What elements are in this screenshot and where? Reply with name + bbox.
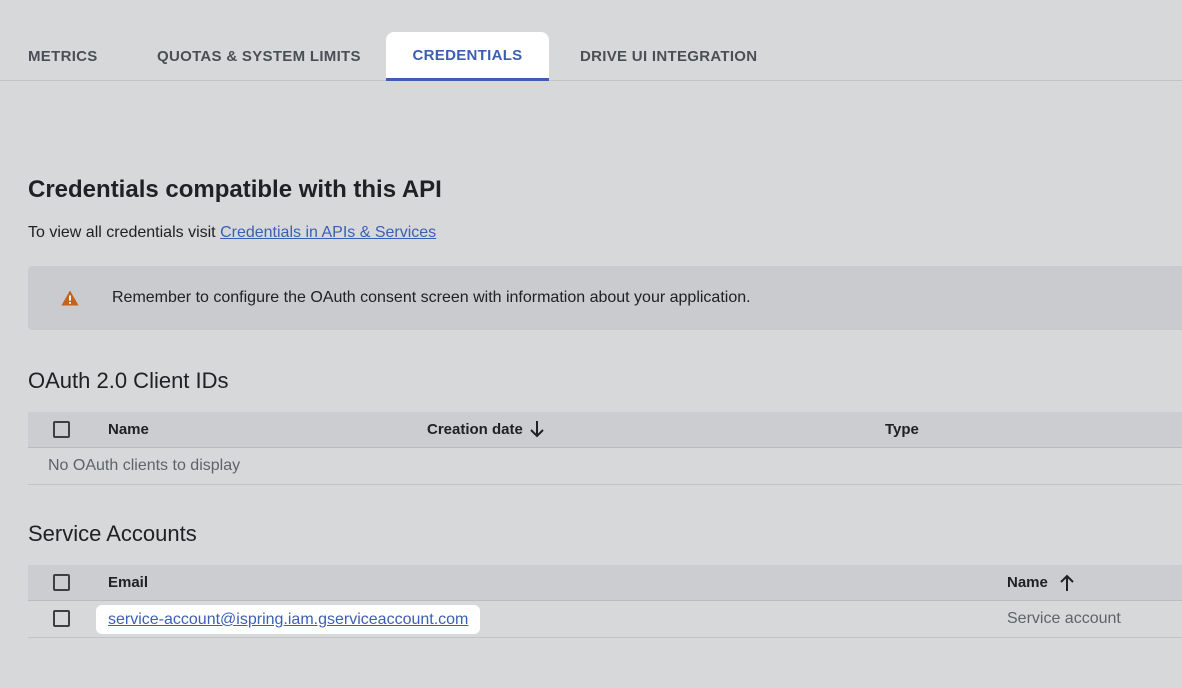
- oauth-select-all-checkbox[interactable]: [53, 421, 70, 438]
- sa-col-name[interactable]: Name: [1007, 565, 1048, 600]
- oauth-consent-banner: Remember to configure the OAuth consent …: [28, 266, 1182, 330]
- oauth-col-type[interactable]: Type: [885, 412, 919, 447]
- oauth-empty-text: No OAuth clients to display: [48, 457, 241, 474]
- banner-message: Remember to configure the OAuth consent …: [112, 289, 751, 306]
- tab-drive-ui-integration[interactable]: DRIVE UI INTEGRATION: [580, 34, 757, 80]
- arrow-up-icon[interactable]: [1059, 574, 1075, 592]
- oauth-section-title: OAuth 2.0 Client IDs: [28, 368, 229, 393]
- subline-text: To view all credentials visit: [28, 224, 221, 241]
- service-accounts-title: Service Accounts: [28, 521, 197, 546]
- service-account-email-highlight: service-account@ispring.iam.gserviceacco…: [96, 605, 481, 634]
- warning-icon: [61, 290, 79, 306]
- credentials-subline: To view all credentials visit Credential…: [28, 224, 436, 242]
- row-checkbox[interactable]: [53, 610, 70, 627]
- page-title: Credentials compatible with this API: [28, 176, 442, 203]
- service-accounts-table-header: Email Name: [28, 565, 1182, 601]
- arrow-down-icon[interactable]: [529, 420, 545, 438]
- tab-quotas-system-limits[interactable]: QUOTAS & SYSTEM LIMITS: [157, 34, 361, 80]
- app-window: METRICS QUOTAS & SYSTEM LIMITS CREDENTIA…: [0, 0, 1182, 688]
- service-account-email-link[interactable]: service-account@ispring.iam.gserviceacco…: [108, 611, 468, 628]
- tab-credentials[interactable]: CREDENTIALS: [386, 32, 549, 81]
- oauth-table-header: Name Creation date Type: [28, 412, 1182, 448]
- tab-bar: METRICS QUOTAS & SYSTEM LIMITS CREDENTIA…: [0, 32, 1182, 81]
- credentials-link[interactable]: Credentials in APIs & Services: [220, 224, 436, 241]
- oauth-col-creation-date[interactable]: Creation date: [427, 412, 523, 447]
- sa-col-email[interactable]: Email: [108, 565, 148, 600]
- tab-metrics[interactable]: METRICS: [28, 34, 98, 80]
- oauth-col-name[interactable]: Name: [108, 412, 149, 447]
- oauth-empty-row: No OAuth clients to display: [28, 448, 1182, 485]
- table-row: service-account@ispring.iam.gserviceacco…: [28, 601, 1182, 638]
- service-account-name: Service account: [1007, 610, 1121, 627]
- service-accounts-select-all-checkbox[interactable]: [53, 574, 70, 591]
